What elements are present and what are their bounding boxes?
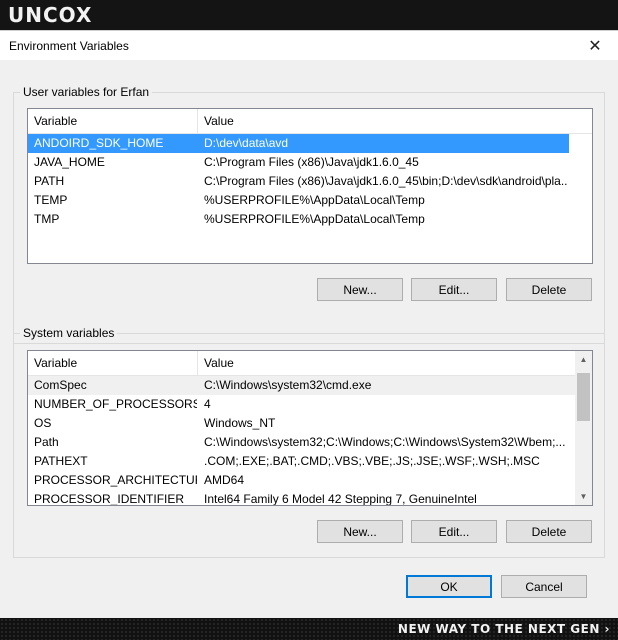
variable-value-cell: 4	[204, 397, 211, 411]
column-header-value[interactable]: Value	[198, 109, 588, 133]
column-header-variable[interactable]: Variable	[28, 109, 197, 133]
variable-value-cell: AMD64	[204, 473, 245, 487]
user-delete-button[interactable]: Delete	[506, 278, 592, 301]
variable-name-cell: TMP	[34, 212, 60, 226]
cancel-button[interactable]: Cancel	[501, 575, 587, 598]
brand-logo: UNCOX	[8, 3, 93, 27]
table-row[interactable]: JAVA_HOME C:\Program Files (x86)\Java\jdk…	[28, 153, 569, 172]
close-icon: ✕	[588, 37, 602, 55]
user-variables-label: User variables for Erfan	[20, 85, 153, 99]
variable-value-cell: Intel64 Family 6 Model 42 Stepping 7, Ge…	[204, 492, 477, 506]
variable-value-cell: C:\Windows\system32;C:\Windows;C:\Window…	[204, 435, 566, 449]
system-variables-label: System variables	[20, 326, 118, 340]
user-new-button[interactable]: New...	[317, 278, 403, 301]
user-list-header: Variable Value	[28, 109, 592, 134]
system-list-scrollbar[interactable]: ▲ ▼	[575, 351, 592, 505]
table-row[interactable]: ComSpec C:\Windows\system32\cmd.exe	[28, 376, 575, 395]
variable-name-cell: ANDOIRD_SDK_HOME	[34, 136, 164, 150]
table-row[interactable]: PROCESSOR_ARCHITECTURE AMD64	[28, 471, 575, 490]
table-row[interactable]: TEMP %USERPROFILE%\AppData\Local\Temp	[28, 191, 569, 210]
ok-button[interactable]: OK	[406, 575, 492, 598]
system-variables-list[interactable]: Variable Value ComSpec C:\Windows\system3…	[27, 350, 593, 506]
variable-name-cell: Path	[34, 435, 59, 449]
variable-value-cell: C:\Program Files (x86)\Java\jdk1.6.0_45	[204, 155, 419, 169]
user-edit-button[interactable]: Edit...	[411, 278, 497, 301]
chevron-down-icon: ▼	[579, 492, 588, 501]
user-variables-list[interactable]: Variable Value ANDOIRD_SDK_HOME D:\dev\da…	[27, 108, 593, 264]
table-row[interactable]: OS Windows_NT	[28, 414, 575, 433]
close-button[interactable]: ✕	[572, 31, 618, 60]
variable-name-cell: NUMBER_OF_PROCESSORS	[34, 397, 197, 411]
system-edit-button[interactable]: Edit...	[411, 520, 497, 543]
variable-value-cell: C:\Program Files (x86)\Java\jdk1.6.0_45\…	[204, 174, 568, 188]
variable-name-cell: PROCESSOR_IDENTIFIER	[34, 492, 185, 506]
system-delete-button[interactable]: Delete	[506, 520, 592, 543]
column-header-value[interactable]: Value	[198, 351, 568, 375]
table-row[interactable]: PATHEXT .COM;.EXE;.BAT;.CMD;.VBS;.VBE;.JS…	[28, 452, 575, 471]
variable-name-cell: JAVA_HOME	[34, 155, 105, 169]
title-bar[interactable]: Environment Variables ✕	[0, 31, 618, 60]
variable-name-cell: ComSpec	[34, 378, 87, 392]
table-row[interactable]: PROCESSOR_IDENTIFIER Intel64 Family 6 Mod…	[28, 490, 575, 506]
brand-banner-bottom: NEW WAY TO THE NEXT GEN ›	[0, 618, 618, 640]
environment-variables-dialog: Environment Variables ✕ User variables f…	[0, 30, 618, 619]
table-row[interactable]: ANDOIRD_SDK_HOME D:\dev\data\avd	[28, 134, 569, 153]
variable-value-cell: .COM;.EXE;.BAT;.CMD;.VBS;.VBE;.JS;.JSE;.…	[204, 454, 540, 468]
scroll-up-button[interactable]: ▲	[575, 351, 592, 368]
variable-value-cell: %USERPROFILE%\AppData\Local\Temp	[204, 193, 425, 207]
column-header-variable[interactable]: Variable	[28, 351, 197, 375]
brand-tagline: NEW WAY TO THE NEXT GEN ›	[397, 622, 610, 636]
table-row[interactable]: NUMBER_OF_PROCESSORS 4	[28, 395, 575, 414]
brand-banner-top: UNCOX	[0, 0, 618, 30]
table-row[interactable]: TMP %USERPROFILE%\AppData\Local\Temp	[28, 210, 569, 229]
chevron-up-icon: ▲	[579, 355, 588, 364]
system-variables-group: System variables Variable Value ComSpec C…	[13, 326, 605, 558]
user-variables-group: User variables for Erfan Variable Value …	[13, 85, 605, 344]
table-row[interactable]: Path C:\Windows\system32;C:\Windows;C:\Wi…	[28, 433, 575, 452]
variable-name-cell: PATHEXT	[34, 454, 88, 468]
variable-name-cell: TEMP	[34, 193, 68, 207]
variable-value-cell: Windows_NT	[204, 416, 276, 430]
dialog-title: Environment Variables	[9, 39, 129, 53]
scrollbar-thumb[interactable]	[577, 373, 590, 421]
variable-value-cell: D:\dev\data\avd	[204, 136, 289, 150]
variable-name-cell: PATH	[34, 174, 65, 188]
table-row[interactable]: PATH C:\Program Files (x86)\Java\jdk1.6.0…	[28, 172, 569, 191]
variable-name-cell: PROCESSOR_ARCHITECTURE	[34, 473, 197, 487]
variable-value-cell: C:\Windows\system32\cmd.exe	[204, 378, 372, 392]
scroll-down-button[interactable]: ▼	[575, 488, 592, 505]
system-list-header: Variable Value	[28, 351, 575, 376]
variable-name-cell: OS	[34, 416, 52, 430]
variable-value-cell: %USERPROFILE%\AppData\Local\Temp	[204, 212, 425, 226]
system-new-button[interactable]: New...	[317, 520, 403, 543]
